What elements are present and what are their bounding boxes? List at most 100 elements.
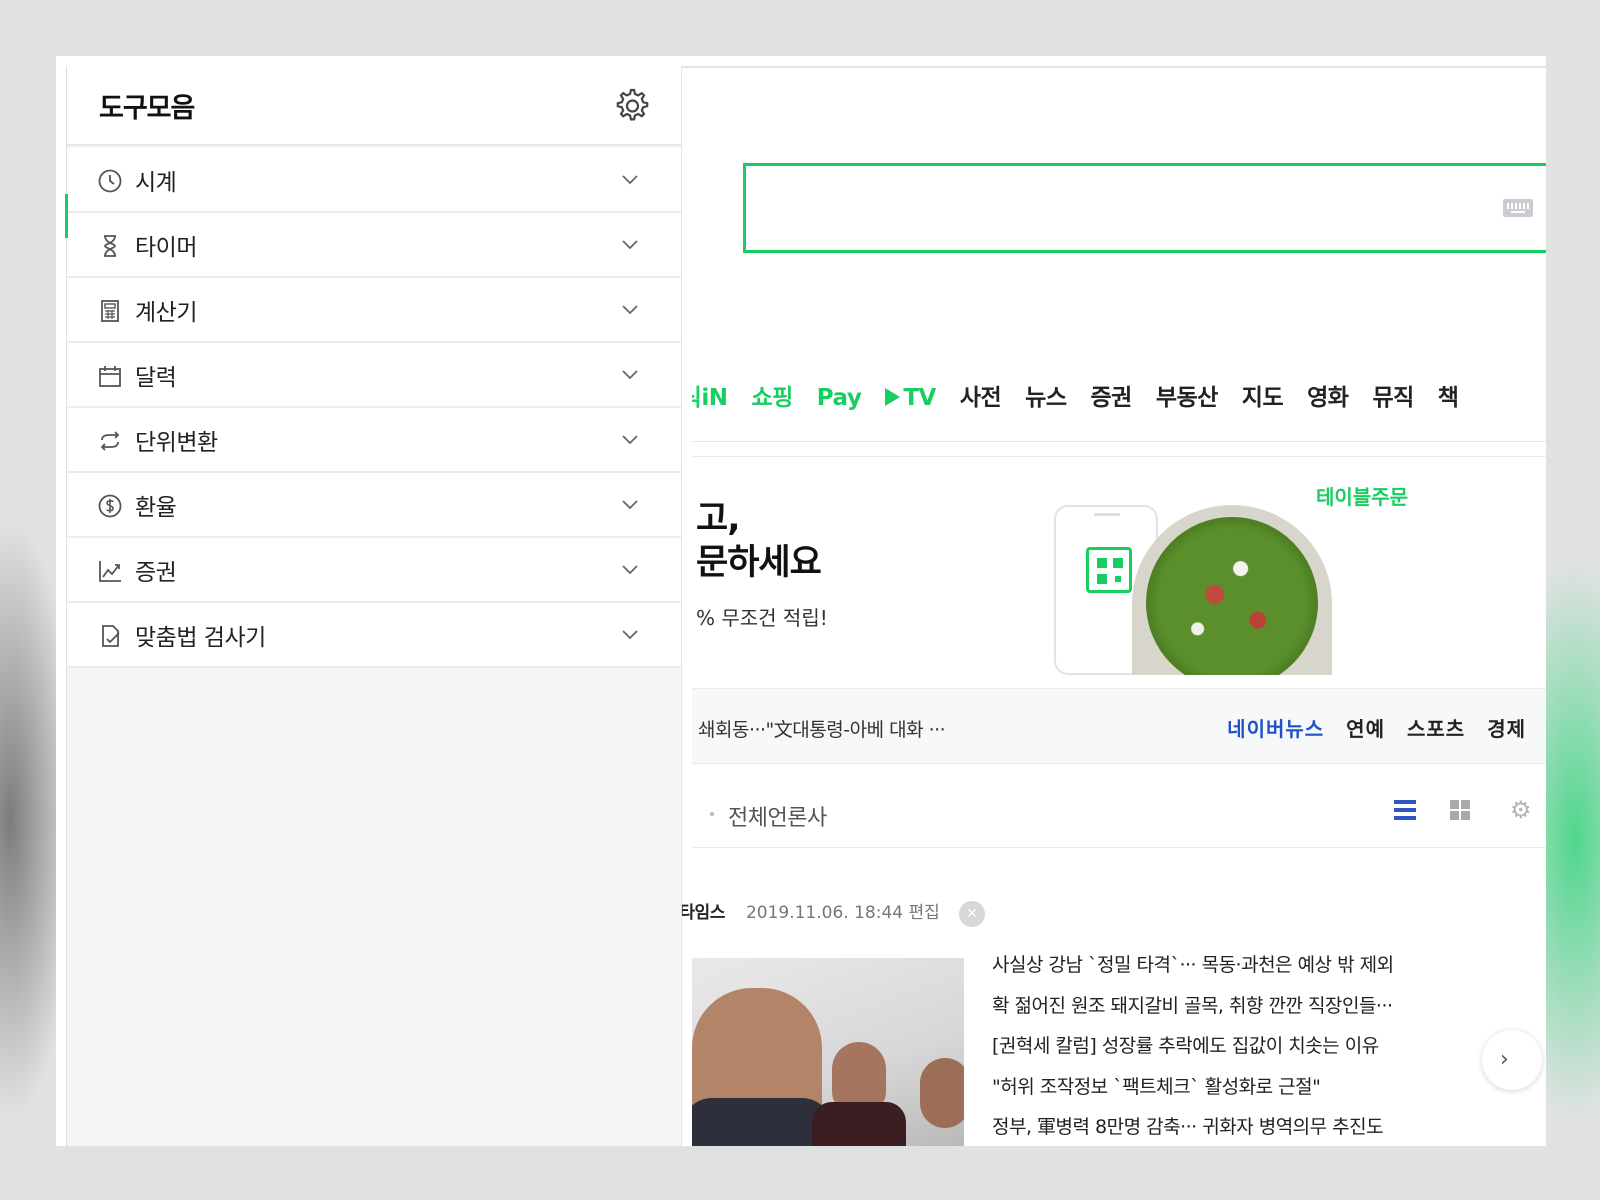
tool-item-label: 타이머 bbox=[135, 235, 197, 261]
clock-icon bbox=[98, 169, 122, 193]
nav-item[interactable]: 지식iN bbox=[692, 378, 728, 412]
chevron-down-icon[interactable] bbox=[621, 304, 639, 316]
press-filter-all[interactable]: 전체언론사 bbox=[728, 800, 827, 832]
calculator-icon bbox=[101, 300, 119, 322]
nav-item[interactable]: 증권 bbox=[1090, 378, 1132, 412]
tool-item-label: 계산기 bbox=[135, 300, 197, 326]
nav-item[interactable]: Pay bbox=[817, 385, 862, 411]
headline-ticker[interactable]: 쇄회동···"文대통령-아베 대화 ··· bbox=[698, 715, 946, 742]
tool-list: 시계타이머계산기달력단위변환환율증권맞춤법 검사기 bbox=[67, 148, 681, 668]
banner-title-line-2: 문하세요 bbox=[696, 543, 822, 583]
tool-panel-title: 도구모음 bbox=[99, 93, 195, 124]
chevron-down-icon[interactable] bbox=[621, 564, 639, 576]
qr-code-icon bbox=[1086, 547, 1132, 593]
chevron-down-icon[interactable] bbox=[621, 369, 639, 381]
headline-item[interactable]: 확 젊어진 원조 돼지갈비 골목, 취향 깐깐 직장인들··· bbox=[992, 993, 1512, 1034]
nav-item[interactable]: 쇼핑 bbox=[751, 378, 793, 412]
nav-item-label: 사전 bbox=[959, 385, 1002, 411]
nav-item-label: 부동산 bbox=[1155, 385, 1218, 411]
close-icon[interactable]: ✕ bbox=[958, 901, 985, 927]
tool-panel: 도구모음 시계타이머계산기달력단위변환환율증권맞춤법 검사기 bbox=[66, 66, 682, 1146]
chevron-down-icon[interactable] bbox=[621, 239, 639, 251]
news-category-tabs: 네이버뉴스 연예 스포츠 경제 bbox=[1205, 713, 1526, 742]
nav-item-label: TV bbox=[903, 385, 936, 411]
news-strip: 쇄회동···"文대통령-아베 대화 ··· 네이버뉴스 연예 스포츠 경제 bbox=[692, 688, 1546, 764]
headline-item[interactable]: [권혁세 칼럼] 성장률 추락에도 집값이 치솟는 이유 bbox=[992, 1033, 1512, 1074]
nav-item[interactable]: 사전 bbox=[959, 378, 1002, 412]
tool-item-convert[interactable]: 단위변환 bbox=[67, 408, 681, 473]
nav-item-label: 지도 bbox=[1241, 385, 1284, 411]
play-icon bbox=[885, 388, 901, 406]
ad-banner[interactable]: 고, 문하세요 % 무조건 적립! 테이블주문 bbox=[692, 456, 1546, 675]
nav-item[interactable]: TV bbox=[885, 385, 936, 411]
banner-brand: 테이블주문 bbox=[1316, 485, 1408, 509]
tool-item-hourglass[interactable]: 타이머 bbox=[67, 213, 681, 278]
browser-viewport: 지식iN쇼핑PayTV사전뉴스증권부동산지도영화뮤직책 고, 문하세요 % 무조… bbox=[56, 56, 1546, 1146]
banner-title: 고, 문하세요 bbox=[696, 497, 822, 585]
nav-item[interactable]: 뮤직 bbox=[1372, 378, 1414, 412]
article-photo[interactable] bbox=[692, 958, 964, 1146]
nav-item-label: 책 bbox=[1437, 385, 1459, 411]
nav-item[interactable]: 뉴스 bbox=[1025, 378, 1067, 412]
headline-list: 사실상 강남 `정밀 타격`··· 목동·과천은 예상 밖 제외 확 젊어진 원조… bbox=[992, 952, 1512, 1146]
headline-item[interactable]: "허위 조작정보 `팩트체크` 활성화로 근절" bbox=[992, 1074, 1512, 1115]
banner-subtitle: % 무조건 적립! bbox=[696, 606, 828, 630]
photo-person bbox=[812, 1042, 906, 1146]
tool-item-label: 달력 bbox=[135, 365, 177, 391]
headline-item[interactable]: 정부, 軍병력 8만명 감축··· 귀화자 병역의무 추진도 bbox=[992, 1114, 1512, 1146]
stock-chart-icon bbox=[99, 561, 121, 582]
nav-item-label: 증권 bbox=[1090, 385, 1132, 411]
news-tab[interactable]: 경제 bbox=[1487, 713, 1526, 742]
nav-item-label: 쇼핑 bbox=[751, 385, 793, 411]
photo-person bbox=[692, 988, 832, 1146]
tool-item-dollar[interactable]: 환율 bbox=[67, 473, 681, 538]
news-tab[interactable]: 연예 bbox=[1346, 713, 1385, 742]
photo-person bbox=[920, 1058, 964, 1128]
tool-item-label: 시계 bbox=[135, 170, 177, 196]
banner-title-line-1: 고, bbox=[696, 499, 740, 539]
tool-item-calendar[interactable]: 달력 bbox=[67, 343, 681, 408]
article-meta: 헤럴드타임스 2019.11.06. 18:44 편집 ✕ bbox=[634, 898, 985, 927]
convert-icon bbox=[100, 431, 120, 451]
salad-plate-image bbox=[1132, 505, 1332, 675]
tool-item-spell-check[interactable]: 맞춤법 검사기 bbox=[67, 603, 681, 668]
nav-item-label: 뮤직 bbox=[1372, 385, 1414, 411]
chevron-down-icon[interactable] bbox=[621, 499, 639, 511]
nav-item-label: 뉴스 bbox=[1025, 385, 1067, 411]
nav-item-label: 지식iN bbox=[692, 385, 728, 411]
news-tab[interactable]: 네이버뉴스 bbox=[1227, 713, 1324, 742]
gear-icon[interactable] bbox=[611, 86, 651, 126]
hourglass-icon bbox=[104, 235, 116, 257]
tool-item-calculator[interactable]: 계산기 bbox=[67, 278, 681, 343]
spell-check-icon bbox=[102, 625, 120, 647]
nav-item[interactable]: 지도 bbox=[1241, 378, 1284, 412]
tool-item-label: 단위변환 bbox=[135, 430, 218, 456]
chevron-down-icon[interactable] bbox=[621, 434, 639, 446]
dollar-icon bbox=[98, 494, 122, 518]
grid-view-icon[interactable] bbox=[1450, 800, 1470, 820]
chevron-down-icon[interactable] bbox=[621, 629, 639, 641]
headline-item[interactable]: 사실상 강남 `정밀 타격`··· 목동·과천은 예상 밖 제외 bbox=[992, 952, 1512, 993]
calendar-icon bbox=[99, 366, 121, 387]
separator-dot bbox=[710, 812, 714, 816]
chevron-down-icon[interactable] bbox=[621, 174, 639, 186]
nav-item[interactable]: 부동산 bbox=[1156, 378, 1218, 412]
nav-item-label: Pay bbox=[816, 385, 862, 411]
tool-panel-header: 도구모음 bbox=[67, 66, 681, 146]
nav-item[interactable]: 영화 bbox=[1307, 378, 1349, 412]
press-filter-row: 전체언론사 ⚙ bbox=[692, 778, 1546, 848]
article-date: 2019.11.06. 18:44 편집 bbox=[745, 903, 940, 923]
tool-item-label: 환율 bbox=[135, 495, 177, 521]
news-settings-gear-icon[interactable]: ⚙ bbox=[1510, 798, 1534, 822]
tool-item-label: 증권 bbox=[135, 560, 177, 586]
service-nav-bar: 지식iN 쇼핑 Pay TV 사전 뉴스 증권 부동산 지도 영화 뮤직 책 bbox=[692, 352, 1546, 442]
keyboard-icon[interactable] bbox=[1503, 199, 1533, 217]
tool-item-label: 맞춤법 검사기 bbox=[135, 625, 266, 651]
tool-item-stock-chart[interactable]: 증권 bbox=[67, 538, 681, 603]
search-input[interactable] bbox=[743, 163, 1546, 253]
nav-item[interactable]: 책 bbox=[1438, 378, 1459, 412]
news-tab[interactable]: 스포츠 bbox=[1407, 713, 1465, 742]
next-page-button[interactable]: › bbox=[1482, 1030, 1542, 1090]
tool-item-clock[interactable]: 시계 bbox=[67, 148, 681, 213]
list-view-icon[interactable] bbox=[1394, 800, 1416, 820]
